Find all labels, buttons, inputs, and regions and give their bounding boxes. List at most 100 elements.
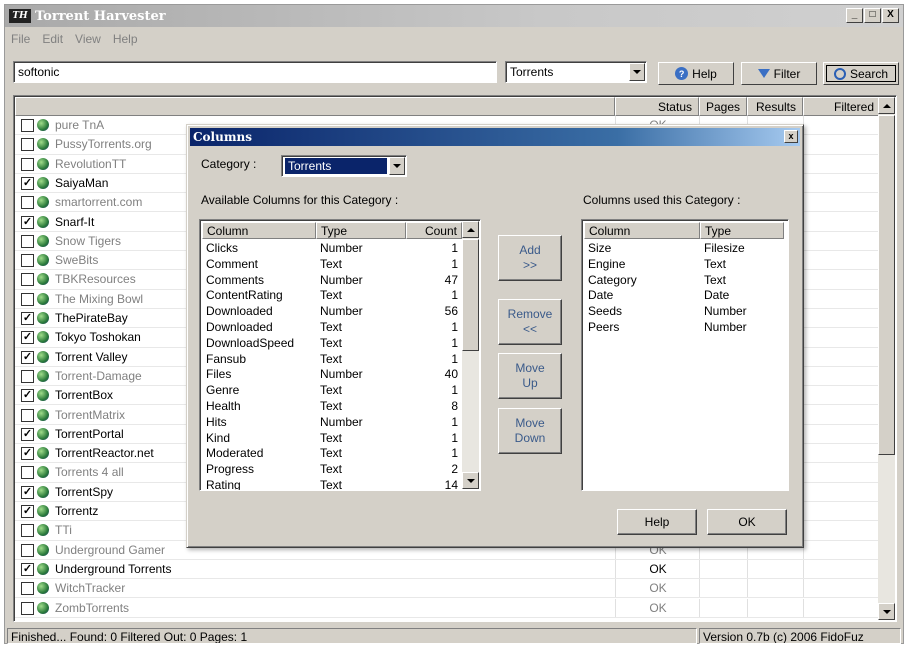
- dialog-help-button[interactable]: Help: [617, 509, 697, 535]
- available-row[interactable]: Kind Text 1: [202, 431, 462, 447]
- header-results[interactable]: Results: [747, 97, 803, 116]
- header-status[interactable]: Status: [615, 97, 699, 116]
- available-row[interactable]: Fansub Text 1: [202, 352, 462, 368]
- used-row[interactable]: Peers Number: [584, 320, 784, 336]
- available-header-column[interactable]: Column: [202, 222, 316, 239]
- scroll-up-icon[interactable]: [878, 97, 895, 114]
- scroll-thumb[interactable]: [878, 115, 895, 455]
- engine-checkbox[interactable]: [21, 466, 34, 480]
- available-row[interactable]: DownloadSpeed Text 1: [202, 336, 462, 352]
- list-item[interactable]: ZombTorrents OK: [15, 598, 878, 618]
- engine-checkbox[interactable]: ✓: [21, 562, 34, 576]
- add-button[interactable]: Add >>: [498, 235, 562, 281]
- move-up-button[interactable]: Move Up: [498, 353, 562, 399]
- scroll-up-icon[interactable]: [462, 221, 479, 238]
- engine-name: TorrentMatrix: [55, 407, 126, 422]
- engine-checkbox[interactable]: [21, 254, 34, 268]
- move-down-button[interactable]: Move Down: [498, 408, 562, 454]
- available-scrollbar[interactable]: [462, 221, 479, 489]
- available-column-type: Text: [320, 446, 343, 461]
- menu-view[interactable]: View: [69, 32, 107, 46]
- close-button[interactable]: X: [882, 8, 899, 23]
- remove-button[interactable]: Remove <<: [498, 299, 562, 345]
- used-header-type[interactable]: Type: [700, 222, 784, 239]
- available-row[interactable]: Files Number 40: [202, 367, 462, 383]
- engine-checkbox[interactable]: ✓: [21, 447, 34, 461]
- list-scrollbar[interactable]: [878, 97, 895, 620]
- engine-checkbox[interactable]: ✓: [21, 331, 34, 345]
- engine-checkbox[interactable]: [21, 543, 34, 557]
- engine-checkbox[interactable]: [21, 582, 34, 596]
- engine-checkbox[interactable]: ✓: [21, 215, 34, 229]
- used-columns-label: Columns used this Category :: [583, 193, 741, 207]
- available-header-type[interactable]: Type: [316, 222, 406, 239]
- used-row[interactable]: Seeds Number: [584, 304, 784, 320]
- engine-checkbox[interactable]: [21, 524, 34, 538]
- header-pages[interactable]: Pages: [699, 97, 747, 116]
- available-row[interactable]: Comments Number 47: [202, 273, 462, 289]
- available-row[interactable]: Clicks Number 1: [202, 241, 462, 257]
- chevron-down-icon[interactable]: [389, 157, 405, 175]
- engine-checkbox[interactable]: [21, 408, 34, 422]
- available-row[interactable]: Downloaded Number 56: [202, 304, 462, 320]
- engine-checkbox[interactable]: [21, 157, 34, 171]
- engine-checkbox[interactable]: [21, 273, 34, 287]
- chevron-down-icon[interactable]: [629, 63, 645, 81]
- available-row[interactable]: Genre Text 1: [202, 383, 462, 399]
- search-type-select[interactable]: Torrents: [505, 61, 647, 83]
- available-row[interactable]: ContentRating Text 1: [202, 288, 462, 304]
- used-header-column[interactable]: Column: [584, 222, 700, 239]
- engine-name: TorrentBox: [55, 388, 114, 403]
- available-row[interactable]: Moderated Text 1: [202, 446, 462, 462]
- used-row[interactable]: Date Date: [584, 288, 784, 304]
- filter-button[interactable]: Filter: [741, 62, 817, 85]
- engine-checkbox[interactable]: ✓: [21, 350, 34, 364]
- dialog-ok-button[interactable]: OK: [707, 509, 787, 535]
- available-header-count[interactable]: Count: [406, 222, 462, 239]
- header-engine[interactable]: [15, 97, 615, 116]
- available-row[interactable]: Downloaded Text 1: [202, 320, 462, 336]
- available-columns-table[interactable]: Column Type Count Clicks Number 1 Comment Te…: [199, 219, 481, 491]
- engine-checkbox[interactable]: [21, 138, 34, 152]
- help-button[interactable]: ? Help: [658, 62, 734, 85]
- engine-checkbox[interactable]: [21, 196, 34, 210]
- header-filtered[interactable]: Filtered: [803, 97, 881, 116]
- minimize-button[interactable]: _: [846, 8, 863, 23]
- scroll-down-icon[interactable]: [878, 603, 895, 620]
- engine-checkbox[interactable]: [21, 234, 34, 248]
- engine-checkbox[interactable]: [21, 119, 34, 132]
- available-row[interactable]: Rating Text 14: [202, 478, 462, 490]
- search-button[interactable]: Search: [823, 62, 899, 85]
- engine-checkbox[interactable]: ✓: [21, 505, 34, 518]
- used-row[interactable]: Size Filesize: [584, 241, 784, 257]
- used-row[interactable]: Engine Text: [584, 257, 784, 273]
- category-select[interactable]: Torrents: [281, 155, 407, 177]
- engine-checkbox[interactable]: ✓: [21, 176, 34, 190]
- dialog-title-bar[interactable]: Columns x: [190, 128, 800, 146]
- engine-checkbox[interactable]: ✓: [21, 427, 34, 441]
- available-row[interactable]: Hits Number 1: [202, 415, 462, 431]
- maximize-button[interactable]: □: [864, 8, 881, 23]
- engine-checkbox[interactable]: [21, 292, 34, 306]
- list-item[interactable]: WitchTracker OK: [15, 579, 878, 599]
- engine-checkbox[interactable]: ✓: [21, 312, 34, 325]
- available-row[interactable]: Progress Text 2: [202, 462, 462, 478]
- engine-checkbox[interactable]: ✓: [21, 389, 34, 403]
- title-bar[interactable]: TH Torrent Harvester _ □ X: [5, 5, 903, 27]
- scroll-thumb[interactable]: [462, 239, 479, 351]
- used-row[interactable]: Category Text: [584, 273, 784, 289]
- engine-checkbox[interactable]: ✓: [21, 485, 34, 499]
- menu-edit[interactable]: Edit: [36, 32, 69, 46]
- menu-help[interactable]: Help: [107, 32, 144, 46]
- dialog-close-button[interactable]: x: [784, 130, 798, 143]
- menu-file[interactable]: File: [5, 32, 36, 46]
- scroll-down-icon[interactable]: [462, 472, 479, 489]
- engine-checkbox[interactable]: [21, 601, 34, 615]
- list-item[interactable]: ✓ Underground Torrents OK: [15, 559, 878, 580]
- available-row[interactable]: Health Text 8: [202, 399, 462, 415]
- engine-checkbox[interactable]: [21, 369, 34, 383]
- used-columns-table[interactable]: Column Type Size Filesize Engine Text Catego…: [581, 219, 789, 491]
- available-row[interactable]: Comment Text 1: [202, 257, 462, 273]
- engine-status: OK: [649, 600, 667, 615]
- search-input[interactable]: [13, 61, 497, 83]
